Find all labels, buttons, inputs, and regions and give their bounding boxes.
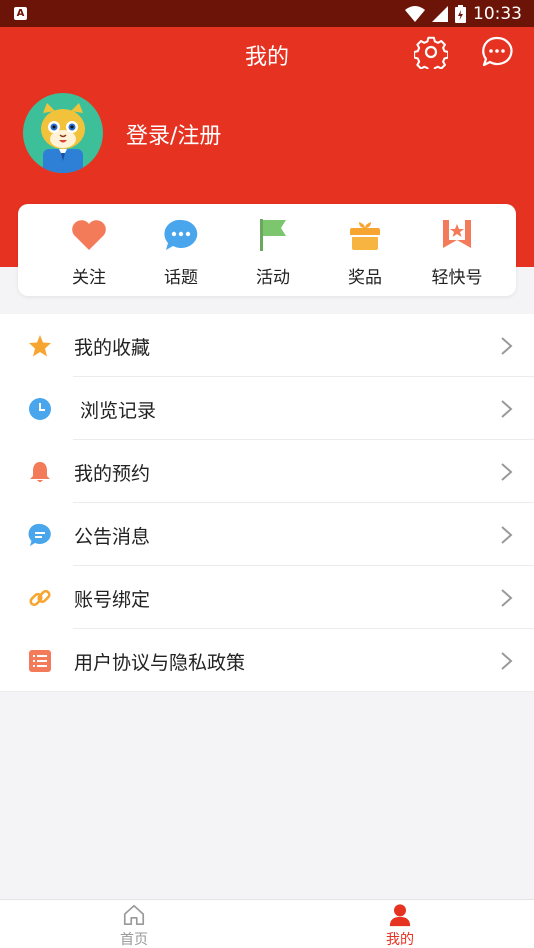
tab-mine[interactable]: 我的 bbox=[360, 900, 440, 948]
tab-home[interactable]: 首页 bbox=[94, 900, 174, 948]
battery-icon bbox=[455, 4, 466, 23]
menu-item-label: 公告消息 bbox=[74, 526, 151, 548]
status-time: 10:33 bbox=[473, 3, 522, 24]
menu-item-label: 我的收藏 bbox=[74, 337, 151, 359]
avatar[interactable] bbox=[23, 93, 103, 173]
menu-item-account-binding[interactable]: 账号绑定 bbox=[0, 566, 534, 629]
menu-item-label: 账号绑定 bbox=[74, 589, 151, 611]
login-register-link[interactable]: 登录/注册 bbox=[126, 118, 221, 150]
star-icon bbox=[29, 335, 51, 357]
menu-item-favorites[interactable]: 我的收藏 bbox=[0, 314, 534, 377]
shortcut-label: 活动 bbox=[256, 268, 290, 288]
flag-icon bbox=[260, 219, 286, 251]
heart-icon bbox=[72, 220, 106, 250]
settings-button[interactable] bbox=[413, 35, 450, 73]
shortcut-label: 轻快号 bbox=[431, 268, 483, 288]
bookmark-star-icon bbox=[443, 220, 471, 248]
status-bar: A 10:33 bbox=[0, 0, 534, 27]
page-title: 我的 bbox=[244, 45, 289, 70]
message-icon bbox=[28, 523, 51, 546]
chevron-right-icon bbox=[501, 589, 513, 607]
gift-icon bbox=[350, 222, 380, 250]
list-icon bbox=[29, 650, 51, 672]
bottom-tab-bar: 首页 我的 bbox=[0, 899, 534, 948]
shortcut-qingkuaihao[interactable]: 轻快号 bbox=[416, 204, 498, 296]
chat-dots-icon bbox=[482, 36, 513, 67]
shortcut-activity[interactable]: 活动 bbox=[232, 204, 314, 296]
shortcut-label: 奖品 bbox=[348, 268, 382, 288]
shortcut-label: 关注 bbox=[72, 268, 106, 288]
chevron-right-icon bbox=[501, 652, 513, 670]
tab-mine-label: 我的 bbox=[386, 932, 414, 948]
shortcut-card: 关注 话题 活动 奖品 轻快号 bbox=[18, 204, 516, 296]
home-icon bbox=[123, 904, 145, 926]
menu-item-announcements[interactable]: 公告消息 bbox=[0, 503, 534, 566]
shortcut-topic[interactable]: 话题 bbox=[140, 204, 222, 296]
chat-bubble-icon bbox=[164, 219, 198, 250]
link-icon bbox=[29, 589, 51, 607]
shortcut-label: 话题 bbox=[164, 268, 198, 288]
menu-item-privacy-policy[interactable]: 用户协议与隐私政策 bbox=[0, 629, 534, 692]
chevron-right-icon bbox=[501, 463, 513, 481]
menu-item-reservations[interactable]: 我的预约 bbox=[0, 440, 534, 503]
signal-icon bbox=[432, 5, 448, 22]
chevron-right-icon bbox=[501, 400, 513, 418]
clock-icon bbox=[29, 398, 51, 420]
gear-icon bbox=[413, 36, 450, 73]
cat-mascot-icon bbox=[41, 103, 85, 173]
bell-icon bbox=[30, 462, 50, 482]
chevron-right-icon bbox=[501, 337, 513, 355]
user-icon bbox=[389, 904, 411, 927]
wifi-icon bbox=[405, 5, 425, 22]
message-button[interactable] bbox=[480, 35, 514, 69]
app-notification-icon: A bbox=[14, 7, 27, 20]
shortcut-prize[interactable]: 奖品 bbox=[324, 204, 406, 296]
chevron-right-icon bbox=[501, 526, 513, 544]
menu-item-label: 浏览记录 bbox=[80, 400, 157, 422]
shortcut-follow[interactable]: 关注 bbox=[48, 204, 130, 296]
menu-item-history[interactable]: 浏览记录 bbox=[0, 377, 534, 440]
menu-item-label: 我的预约 bbox=[74, 463, 151, 485]
menu-item-label: 用户协议与隐私政策 bbox=[74, 652, 246, 674]
tab-home-label: 首页 bbox=[120, 932, 148, 948]
menu-list: 我的收藏 浏览记录 我的预约 公告消息 账号绑定 用户协议与隐私政策 bbox=[0, 314, 534, 692]
